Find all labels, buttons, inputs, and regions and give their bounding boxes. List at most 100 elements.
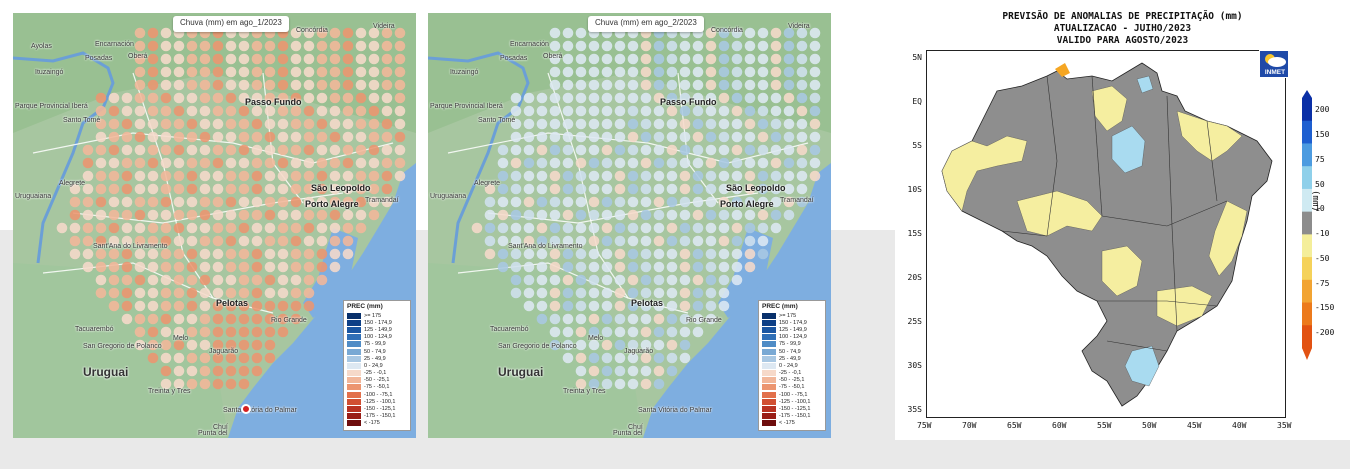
rain-dot xyxy=(264,261,276,273)
rain-dot xyxy=(108,287,120,299)
rain-dot xyxy=(290,261,302,273)
rain-dot xyxy=(575,92,587,104)
legend-label: -25 - -0,1 xyxy=(779,370,802,377)
rain-dot xyxy=(303,92,315,104)
rain-map-panel-1[interactable]: Chuva (mm) em ago_1/2023 Ayolas Encarnaci… xyxy=(13,13,416,438)
rain-dot xyxy=(95,248,107,260)
rain-dot xyxy=(147,79,159,91)
rain-dot xyxy=(147,53,159,65)
rain-dot xyxy=(95,183,107,195)
rain-dot xyxy=(394,118,406,130)
rain-dot xyxy=(679,105,691,117)
rain-dot xyxy=(355,144,367,156)
rain-dot xyxy=(666,209,678,221)
legend-swatch xyxy=(762,334,776,341)
rain-dot xyxy=(173,118,185,130)
rain-dot xyxy=(588,66,600,78)
legend-label: 150 - 174,9 xyxy=(779,319,807,326)
legend-swatch xyxy=(347,370,361,377)
rain-dot xyxy=(809,27,821,39)
rain-dot xyxy=(640,274,652,286)
rain-dot xyxy=(199,196,211,208)
rain-dot xyxy=(536,248,548,260)
rain-dot xyxy=(536,274,548,286)
rain-dot xyxy=(160,261,172,273)
rain-dot xyxy=(523,105,535,117)
rain-dot xyxy=(497,209,509,221)
rain-dot xyxy=(394,53,406,65)
rain-dot xyxy=(329,170,341,182)
rain-dot xyxy=(692,209,704,221)
rain-dot xyxy=(238,131,250,143)
rain-dot xyxy=(355,131,367,143)
rain-dot xyxy=(147,40,159,52)
rain-dot xyxy=(277,196,289,208)
rain-dot xyxy=(718,300,730,312)
colorbar-segment xyxy=(1302,325,1312,349)
rain-dot xyxy=(329,222,341,234)
rain-dot xyxy=(225,378,237,390)
rain-dot xyxy=(199,378,211,390)
rain-dot xyxy=(770,66,782,78)
rain-dot xyxy=(134,274,146,286)
rain-dot xyxy=(264,326,276,338)
place-label-porto-alegre: Porto Alegre xyxy=(720,199,774,209)
rain-dot xyxy=(160,339,172,351)
rain-dot xyxy=(796,131,808,143)
rain-dot xyxy=(510,183,522,195)
rain-dot xyxy=(147,170,159,182)
rain-dot xyxy=(186,131,198,143)
rain-dot xyxy=(666,157,678,169)
rain-dot xyxy=(212,222,224,234)
rain-dot xyxy=(679,274,691,286)
legend-row: -50 - -25,1 xyxy=(762,377,822,384)
rain-dot xyxy=(731,131,743,143)
rain-dot xyxy=(95,196,107,208)
rain-dot xyxy=(549,300,561,312)
rain-dot xyxy=(355,209,367,221)
rain-dot xyxy=(316,53,328,65)
rain-dot xyxy=(692,53,704,65)
rain-map-panel-2[interactable]: Chuva (mm) em ago_2/2023 Encarnación Ober… xyxy=(428,13,831,438)
rain-dot xyxy=(186,196,198,208)
rain-dot xyxy=(329,79,341,91)
rain-dot xyxy=(108,209,120,221)
rain-dot xyxy=(601,248,613,260)
rain-dot xyxy=(679,261,691,273)
rain-dot xyxy=(199,79,211,91)
rain-dot xyxy=(679,66,691,78)
rain-dot xyxy=(692,105,704,117)
rain-dot xyxy=(173,261,185,273)
rain-dot xyxy=(575,40,587,52)
rain-dot xyxy=(653,105,665,117)
rain-dot xyxy=(108,105,120,117)
rain-dot xyxy=(601,183,613,195)
rain-dot xyxy=(744,157,756,169)
rain-dot xyxy=(212,196,224,208)
place-label-jaguarao: Jaguarão xyxy=(209,348,239,355)
rain-dot xyxy=(173,105,185,117)
rain-dot xyxy=(121,196,133,208)
rain-dot xyxy=(783,144,795,156)
rain-dot xyxy=(809,170,821,182)
rain-dot xyxy=(744,40,756,52)
rain-dot xyxy=(783,170,795,182)
rain-dot xyxy=(796,53,808,65)
rain-dot xyxy=(277,79,289,91)
rain-dot xyxy=(238,274,250,286)
rain-dot xyxy=(186,235,198,247)
rain-dot xyxy=(731,144,743,156)
rain-dot xyxy=(225,196,237,208)
rain-dot xyxy=(225,183,237,195)
rain-dot xyxy=(238,339,250,351)
location-pin-icon[interactable] xyxy=(241,404,251,414)
rain-dot xyxy=(355,79,367,91)
rain-dot xyxy=(510,105,522,117)
rain-dot xyxy=(277,157,289,169)
rain-dot xyxy=(251,274,263,286)
rain-dot xyxy=(770,170,782,182)
colorbar-segment xyxy=(1302,257,1312,281)
rain-dot xyxy=(718,131,730,143)
rain-dot xyxy=(186,209,198,221)
rain-dot xyxy=(497,261,509,273)
